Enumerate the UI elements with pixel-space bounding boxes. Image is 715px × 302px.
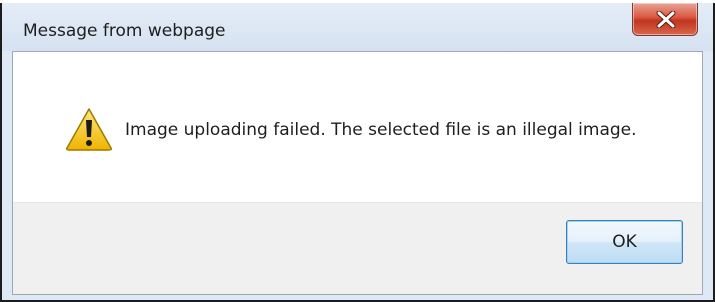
close-button[interactable] bbox=[632, 3, 698, 36]
close-icon bbox=[656, 11, 676, 28]
button-bar: OK bbox=[13, 202, 702, 294]
error-message: Image uploading failed. The selected fil… bbox=[125, 120, 637, 140]
dialog-content: Image uploading failed. The selected fil… bbox=[12, 51, 703, 295]
dialog-title: Message from webpage bbox=[23, 21, 226, 41]
title-bar[interactable]: Message from webpage bbox=[2, 3, 713, 51]
ok-button[interactable]: OK bbox=[566, 220, 683, 264]
warning-icon bbox=[66, 108, 112, 151]
message-dialog: Message from webpage Image uploading fai… bbox=[0, 0, 715, 302]
message-area: Image uploading failed. The selected fil… bbox=[13, 52, 702, 202]
